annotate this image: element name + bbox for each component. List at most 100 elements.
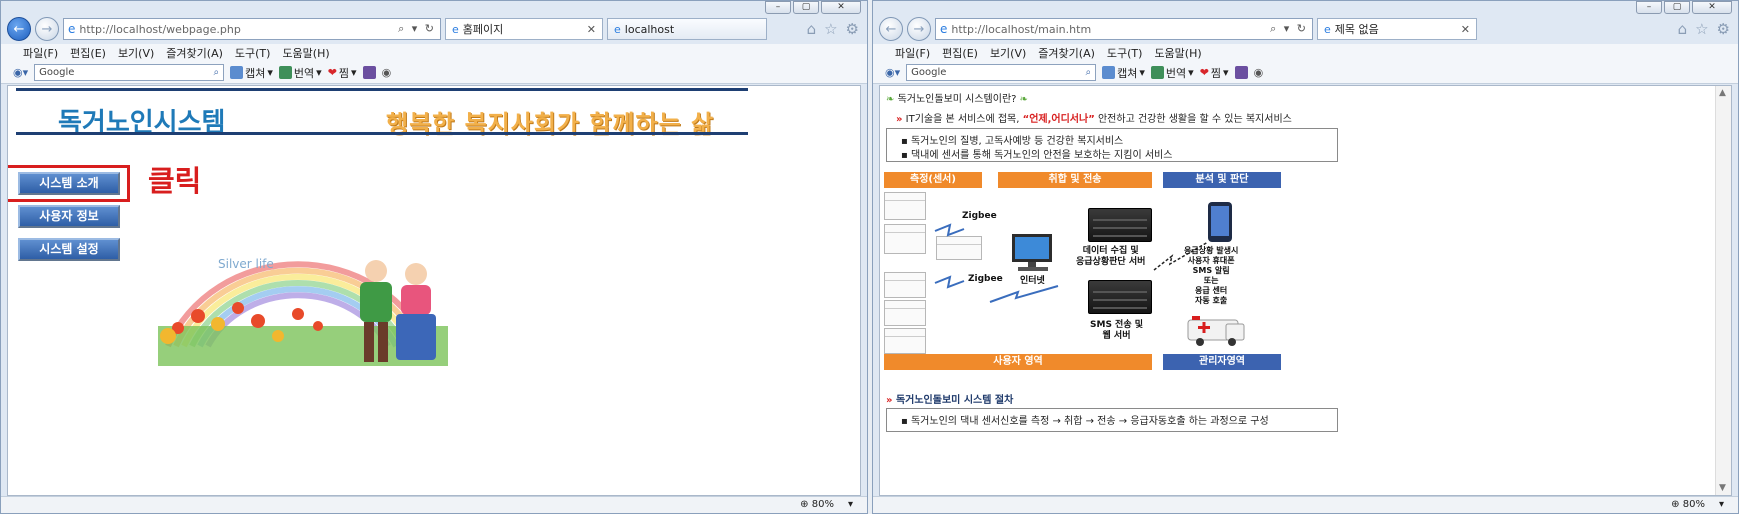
- menu-favorites[interactable]: 즐겨찾기(A): [1038, 45, 1095, 61]
- maximize-button[interactable]: ▢: [1664, 1, 1690, 14]
- menu-edit[interactable]: 편집(E): [942, 45, 978, 61]
- favorites-star-icon[interactable]: ☆: [824, 20, 837, 38]
- home-icon[interactable]: ⌂: [1678, 20, 1688, 38]
- back-arrow-icon: ←: [13, 21, 25, 37]
- scroll-up-icon[interactable]: ▲: [1719, 88, 1726, 98]
- section2-heading: » 독거노인돌보미 시스템 절차: [886, 391, 1013, 406]
- translate-button[interactable]: 번역 ▾: [278, 65, 322, 81]
- procedure-box: ▪ 독거노인의 댁내 센서신호를 측정 → 취합 → 전송 → 응급자동호출 하…: [886, 408, 1338, 432]
- address-tools[interactable]: ⌕ ▾ ↻: [398, 22, 436, 36]
- tab-homepage[interactable]: e 홈페이지 ✕: [445, 18, 603, 40]
- zoom-dropdown-icon[interactable]: ▾: [1719, 499, 1724, 510]
- tab-label: 홈페이지: [462, 23, 504, 36]
- close-tab-icon[interactable]: ✕: [587, 23, 596, 36]
- home-icon[interactable]: ⌂: [807, 20, 817, 38]
- close-button[interactable]: ✕: [1692, 1, 1732, 14]
- ie-page-icon: e: [940, 22, 948, 36]
- settings-gear-icon[interactable]: ⚙: [846, 20, 859, 38]
- chevron-right-icon: »: [886, 395, 893, 406]
- zoom-control[interactable]: ⊕ 80% ▾: [1671, 499, 1724, 510]
- minimize-button[interactable]: –: [765, 1, 791, 14]
- menu-tools[interactable]: 도구(T): [235, 45, 271, 61]
- toolbar-settings-icon[interactable]: ◉: [1254, 66, 1264, 79]
- status-bar: ⊕ 80% ▾: [873, 496, 1738, 513]
- address-tools[interactable]: ⌕ ▾ ↻: [1270, 22, 1308, 36]
- menu-edit[interactable]: 편집(E): [70, 45, 106, 61]
- favorites-star-icon[interactable]: ☆: [1695, 20, 1708, 38]
- close-button[interactable]: ✕: [821, 1, 861, 14]
- title-bar: – ▢ ✕: [873, 1, 1738, 15]
- menu-tools[interactable]: 도구(T): [1107, 45, 1143, 61]
- bar-sensing: 측정(센서): [884, 172, 982, 188]
- jjim-button[interactable]: ❤ 찜 ▾: [328, 65, 357, 81]
- capture-label: 캡쳐: [1117, 66, 1138, 80]
- tab-untitled[interactable]: e 제목 없음 ✕: [1317, 18, 1477, 40]
- translate-icon: [278, 66, 292, 79]
- toolbar-settings-icon[interactable]: ◉: [382, 66, 392, 79]
- bar-admin-area: 관리자영역: [1163, 354, 1281, 370]
- back-button[interactable]: ←: [879, 17, 903, 41]
- settings-gear-icon[interactable]: ⚙: [1717, 20, 1730, 38]
- forward-arrow-icon: →: [41, 21, 53, 37]
- alert-label: 응급상황 발생시 사용자 휴대폰 SMS 알림 또는 응급 센터 자동 호출: [1184, 246, 1239, 305]
- bullet-item: ▪ 독거노인의 질병, 고독사예방 등 건강한 복지서비스: [901, 136, 1124, 147]
- google-search-input[interactable]: Google ⌕: [906, 64, 1097, 81]
- bar-user-area: 사용자 영역: [884, 354, 1152, 370]
- toolbar-extra-icon[interactable]: [1234, 66, 1248, 79]
- capture-icon: [1102, 66, 1116, 79]
- menu-view[interactable]: 보기(V): [990, 45, 1026, 61]
- search-placeholder: Google: [39, 67, 75, 78]
- zoom-icon: ⊕: [1671, 499, 1680, 510]
- maximize-button[interactable]: ▢: [793, 1, 819, 14]
- tab-label: 제목 없음: [1334, 23, 1379, 36]
- address-bar[interactable]: e http://localhost/webpage.php ⌕ ▾ ↻: [63, 18, 441, 40]
- scroll-down-icon[interactable]: ▼: [1719, 483, 1726, 493]
- sms-server-icon: [1088, 280, 1152, 314]
- image-caption: Silver life: [218, 257, 274, 271]
- translate-label: 번역: [293, 66, 315, 80]
- click-annotation: 클릭: [148, 164, 202, 198]
- user-info-button[interactable]: 사용자 정보: [18, 205, 120, 228]
- vertical-scrollbar[interactable]: ▲ ▼: [1715, 86, 1731, 495]
- translate-button[interactable]: 번역 ▾: [1150, 65, 1194, 81]
- zoom-dropdown-icon[interactable]: ▾: [848, 499, 853, 510]
- menu-help[interactable]: 도움말(H): [1154, 45, 1201, 61]
- menu-favorites[interactable]: 즐겨찾기(A): [166, 45, 223, 61]
- minimize-button[interactable]: –: [1636, 1, 1662, 14]
- system-settings-button[interactable]: 시스템 설정: [18, 238, 120, 261]
- bullet-item: ▪ 댁내에 센서를 통해 독거노인의 안전을 보호하는 지킴이 서비스: [901, 150, 1173, 161]
- menu-help[interactable]: 도움말(H): [282, 45, 329, 61]
- menu-bar: 파일(F) 편집(E) 보기(V) 즐겨찾기(A) 도구(T) 도움말(H): [1, 44, 867, 62]
- toolbar-extra-icon[interactable]: [362, 66, 376, 79]
- jjim-button[interactable]: ❤ 찜 ▾: [1200, 65, 1229, 81]
- capture-button[interactable]: 캡쳐 ▾: [1102, 65, 1145, 81]
- menu-view[interactable]: 보기(V): [118, 45, 154, 61]
- tab-label: localhost: [624, 22, 675, 36]
- capture-button[interactable]: 캡쳐 ▾: [230, 65, 273, 81]
- forward-button[interactable]: →: [35, 17, 59, 41]
- heart-icon: ❤: [1199, 66, 1209, 79]
- forward-button[interactable]: →: [907, 17, 931, 41]
- capture-icon: [230, 66, 244, 79]
- zoom-control[interactable]: ⊕ 80% ▾: [800, 499, 853, 510]
- sensor-device: [884, 272, 926, 298]
- server2-label: SMS 전송 및 웹 서버: [1090, 320, 1144, 341]
- search-icon[interactable]: ⌕: [214, 67, 220, 78]
- url-host: http://localhost: [79, 22, 163, 36]
- search-provider-icon[interactable]: ◉▾: [885, 66, 900, 79]
- tab-localhost[interactable]: e localhost: [607, 18, 767, 40]
- address-bar[interactable]: e http://localhost/main.htm ⌕ ▾ ↻: [935, 18, 1313, 40]
- status-bar: ⊕ 80% ▾: [1, 496, 867, 513]
- server1-label: 데이터 수집 및 응급상황판단 서버: [1076, 246, 1146, 267]
- google-search-input[interactable]: Google ⌕: [34, 64, 225, 81]
- back-button[interactable]: ←: [7, 17, 31, 41]
- url-path: /webpage.php: [162, 22, 241, 36]
- search-provider-icon[interactable]: ◉▾: [13, 66, 28, 79]
- jjim-label: 찜: [338, 66, 350, 80]
- menu-file[interactable]: 파일(F): [895, 45, 930, 61]
- sensor-device: [884, 224, 926, 254]
- search-placeholder: Google: [911, 67, 947, 78]
- menu-file[interactable]: 파일(F): [23, 45, 58, 61]
- close-tab-icon[interactable]: ✕: [1461, 23, 1470, 36]
- search-icon[interactable]: ⌕: [1086, 67, 1092, 78]
